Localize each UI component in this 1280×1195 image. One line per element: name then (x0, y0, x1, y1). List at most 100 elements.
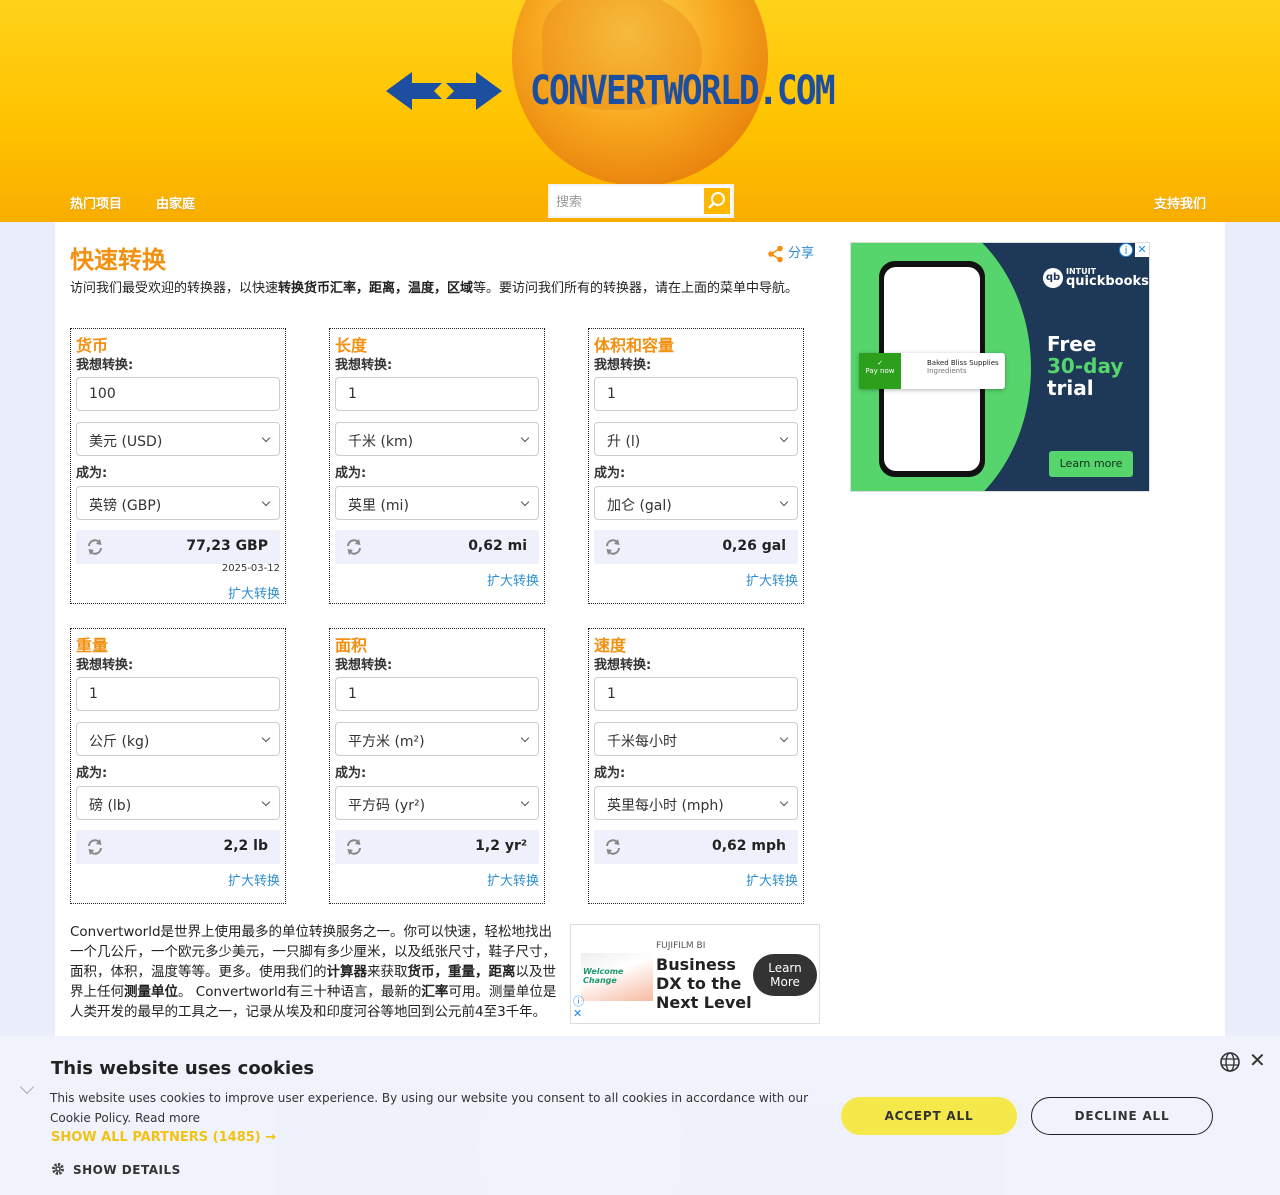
search-input[interactable] (556, 190, 704, 214)
result-value: 1,2 yr² (475, 838, 527, 854)
share-icon (768, 245, 783, 262)
result-value: 77,23 GBP (186, 538, 268, 554)
to-label: 成为: (76, 466, 108, 481)
to-label: 成为: (335, 766, 367, 781)
refresh-icon[interactable] (345, 538, 363, 556)
quickbooks-logo: qb INTUIT quickbooks (1043, 267, 1149, 288)
to-unit-select[interactable]: 英里每小时 (mph) (594, 786, 798, 820)
expand-conversion-link[interactable]: 扩大转换 (746, 570, 798, 589)
about-paragraph: Convertworld是世界上使用最多的单位转换服务之一。你可以快速，轻松地找… (70, 924, 557, 1020)
from-unit-select[interactable]: 千米每小时 (594, 722, 798, 756)
to-label: 成为: (335, 466, 367, 481)
ad-headline: Free 30-day trial (1047, 332, 1124, 400)
nav-by-family[interactable]: 由家庭 (156, 193, 195, 212)
show-details-button[interactable]: SHOW DETAILS (51, 1162, 181, 1177)
quickbooks-ad[interactable]: ✓ Pay now Baked Bliss Supplies Ingredients… (850, 242, 1150, 492)
result-value: 2,2 lb (223, 838, 269, 854)
cookie-banner: This website uses cookies This website u… (0, 1036, 1280, 1195)
converter-box: 重量 我想转换: 公斤 (kg) 成为: 磅 (lb) 2,2 lb 扩大转换 (70, 628, 286, 904)
result-value: 0,62 mi (468, 538, 527, 554)
to-unit-select[interactable]: 平方码 (yr²) (335, 786, 539, 820)
search-button[interactable] (704, 188, 730, 214)
ad-headline: Business DX to the Next Level (656, 955, 752, 1012)
main-nav: 热门项目 由家庭 支持我们 (0, 184, 1280, 222)
site-logo[interactable]: CONVERTWORLD.COM (530, 68, 836, 114)
expand-conversion-link[interactable]: 扩大转换 (487, 870, 539, 889)
from-label: 我想转换: (594, 358, 652, 373)
from-unit-select[interactable]: 平方米 (m²) (335, 722, 539, 756)
ad-learn-more-button[interactable]: Learn More (753, 954, 817, 996)
ad-close-icon[interactable]: ✕ (573, 1007, 582, 1020)
result-panel: 77,23 GBP (76, 530, 280, 564)
nav-support-us[interactable]: 支持我们 (1154, 193, 1206, 212)
from-label: 我想转换: (76, 358, 134, 373)
expand-conversion-link[interactable]: 扩大转换 (228, 583, 280, 602)
expand-conversion-link[interactable]: 扩大转换 (746, 870, 798, 889)
amount-input[interactable] (335, 677, 539, 711)
amount-input[interactable] (335, 377, 539, 411)
amount-input[interactable] (76, 377, 280, 411)
from-unit-select[interactable]: 美元 (USD) (76, 422, 280, 456)
result-panel: 0,26 gal (594, 530, 798, 564)
converter-title: 长度 (335, 336, 368, 355)
from-unit-select[interactable]: 公斤 (kg) (76, 722, 280, 756)
converter-title: 货币 (76, 336, 109, 355)
show-partners-link[interactable]: SHOW ALL PARTNERS (1485) → (51, 1130, 276, 1145)
ad-brand: FUJIFILM BI (656, 941, 706, 951)
site-header: CONVERTWORLD.COM 热门项目 由家庭 支持我们 (0, 0, 1280, 222)
converter-box: 速度 我想转换: 千米每小时 成为: 英里每小时 (mph) 0,62 mph … (588, 628, 804, 904)
expand-conversion-link[interactable]: 扩大转换 (228, 870, 280, 889)
refresh-icon[interactable] (86, 838, 104, 856)
ad-pay-card: ✓ Pay now Baked Bliss Supplies Ingredients (859, 353, 1005, 389)
converter-box: 面积 我想转换: 平方米 (m²) 成为: 平方码 (yr²) 1,2 yr² … (329, 628, 545, 904)
logo-arrows-icon[interactable] (386, 70, 502, 112)
search-box (548, 184, 734, 218)
ad-info-icon[interactable]: i (1119, 243, 1133, 257)
ad-image: Welcome Change (581, 953, 653, 1001)
to-unit-select[interactable]: 英镑 (GBP) (76, 486, 280, 520)
close-icon[interactable]: ✕ (1249, 1050, 1266, 1070)
amount-input[interactable] (594, 377, 798, 411)
rate-date: 2025-03-12 (221, 563, 280, 574)
to-label: 成为: (76, 766, 108, 781)
refresh-icon[interactable] (345, 838, 363, 856)
fujifilm-ad[interactable]: Welcome Change FUJIFILM BI Business DX t… (570, 924, 820, 1024)
ad-close-icon[interactable]: ✕ (1135, 243, 1149, 257)
to-unit-select[interactable]: 英里 (mi) (335, 486, 539, 520)
result-panel: 0,62 mi (335, 530, 539, 564)
refresh-icon[interactable] (604, 538, 622, 556)
expand-conversion-link[interactable]: 扩大转换 (487, 570, 539, 589)
nav-popular[interactable]: 热门项目 (70, 193, 122, 212)
page-title: 快速转换 (70, 246, 166, 274)
share-button[interactable]: 分享 (767, 242, 814, 263)
cookie-description: This website uses cookies to improve use… (50, 1091, 809, 1125)
to-unit-select[interactable]: 磅 (lb) (76, 786, 280, 820)
search-icon (708, 192, 725, 209)
amount-input[interactable] (594, 677, 798, 711)
amount-input[interactable] (76, 677, 280, 711)
decline-all-button[interactable]: DECLINE ALL (1031, 1097, 1213, 1135)
converter-box: 体积和容量 我想转换: 升 (l) 成为: 加仑 (gal) 0,26 gal … (588, 328, 804, 604)
from-label: 我想转换: (76, 658, 134, 673)
result-panel: 2,2 lb (76, 830, 280, 864)
read-more-link[interactable]: Read more (135, 1111, 200, 1125)
result-value: 0,26 gal (722, 538, 786, 554)
converter-title: 面积 (335, 636, 368, 655)
from-unit-select[interactable]: 升 (l) (594, 422, 798, 456)
language-globe-icon[interactable] (1219, 1051, 1241, 1073)
to-label: 成为: (594, 766, 626, 781)
chevron-down-icon[interactable] (19, 1079, 35, 1095)
ad-learn-more-button[interactable]: Learn more (1049, 451, 1133, 477)
refresh-icon[interactable] (604, 838, 622, 856)
from-label: 我想转换: (335, 358, 393, 373)
converter-title: 重量 (76, 636, 109, 655)
to-unit-select[interactable]: 加仑 (gal) (594, 486, 798, 520)
converter-title: 速度 (594, 636, 627, 655)
result-panel: 1,2 yr² (335, 830, 539, 864)
result-panel: 0,62 mph (594, 830, 798, 864)
converter-box: 货币 我想转换: 美元 (USD) 成为: 英镑 (GBP) 77,23 GBP… (70, 328, 286, 604)
refresh-icon[interactable] (86, 538, 104, 556)
accept-all-button[interactable]: ACCEPT ALL (841, 1097, 1017, 1135)
from-label: 我想转换: (335, 658, 393, 673)
from-unit-select[interactable]: 千米 (km) (335, 422, 539, 456)
